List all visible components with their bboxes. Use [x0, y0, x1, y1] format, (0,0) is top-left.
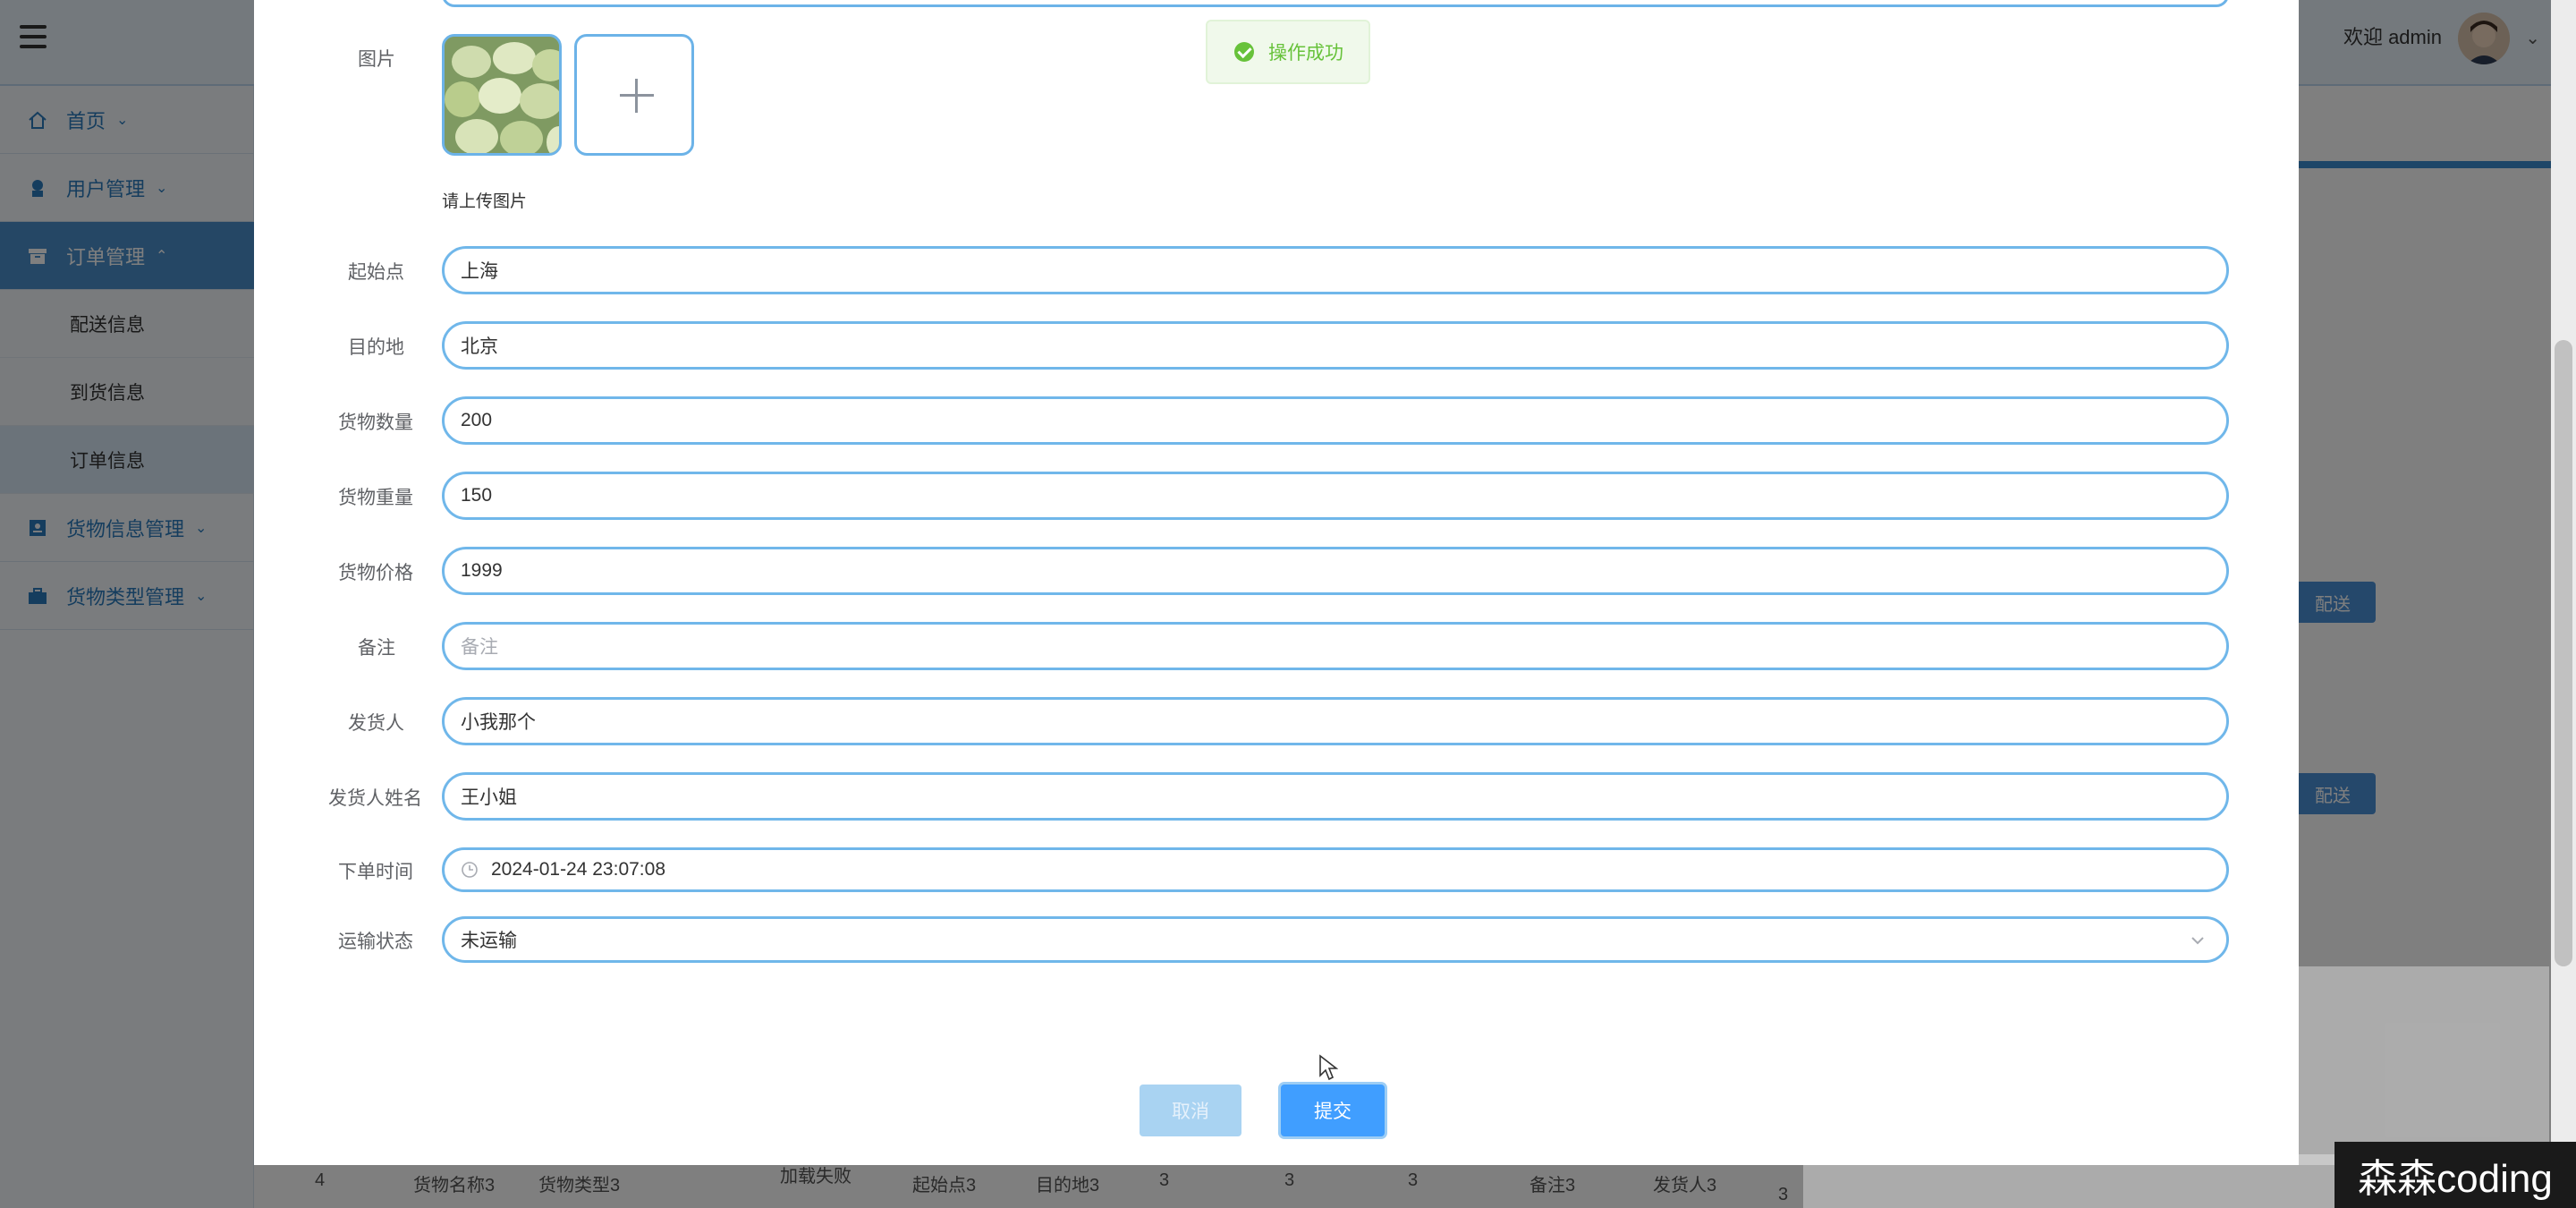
uploaded-image-thumbnail[interactable]: [442, 34, 562, 156]
success-toast: 操作成功: [1206, 20, 1370, 84]
origin-field[interactable]: 上海: [442, 246, 2229, 294]
form-label-shipper-name: 发货人姓名: [328, 788, 422, 809]
field-value: 上海: [461, 261, 498, 282]
form-label-weight: 货物重量: [338, 488, 413, 508]
shipper-field[interactable]: 小我那个: [442, 697, 2229, 745]
success-check-icon: [1234, 42, 1254, 62]
clock-icon: [462, 862, 478, 878]
chevron-down-icon: [2191, 937, 2204, 945]
form-label-transport-status: 运输状态: [338, 932, 413, 952]
cancel-button[interactable]: 取消: [1140, 1085, 1241, 1136]
scrollbar-thumb[interactable]: [2555, 340, 2572, 966]
field-value: 北京: [461, 336, 498, 357]
field-placeholder: 备注: [461, 637, 498, 658]
submit-button[interactable]: 提交: [1281, 1085, 1385, 1136]
weight-field[interactable]: 150: [442, 472, 2229, 520]
form-label-origin: 起始点: [348, 262, 404, 283]
field-value: 小我那个: [461, 712, 536, 733]
blur-overlay: [1803, 1154, 2340, 1208]
price-field[interactable]: 1999: [442, 547, 2229, 595]
upload-button[interactable]: [574, 34, 694, 156]
form-label-price: 货物价格: [338, 563, 413, 583]
remark-field[interactable]: 备注: [442, 622, 2229, 670]
toast-text: 操作成功: [1268, 43, 1343, 64]
field-value: 1999: [461, 560, 503, 581]
form-label-order-time: 下单时间: [338, 862, 413, 882]
transport-status-select[interactable]: 未运输: [442, 916, 2229, 963]
form-label-image: 图片: [358, 49, 395, 70]
field-value: 200: [461, 410, 493, 430]
watermark: 森森coding: [2334, 1142, 2576, 1208]
destination-field[interactable]: 北京: [442, 321, 2229, 370]
quantity-field[interactable]: 200: [442, 396, 2229, 445]
form-label-remark: 备注: [358, 638, 395, 659]
field-value: 2024-01-24 23:07:08: [491, 859, 665, 880]
upload-hint: 请上传图片: [442, 192, 528, 211]
field-value: 150: [461, 485, 493, 506]
order-time-picker[interactable]: 2024-01-24 23:07:08: [442, 847, 2229, 892]
form-label-destination: 目的地: [348, 337, 404, 358]
field-value: 王小姐: [461, 787, 517, 808]
blur-overlay: [2299, 966, 2549, 1165]
field-partial[interactable]: [442, 0, 2229, 7]
form-label-shipper: 发货人: [348, 713, 404, 734]
form-label-quantity: 货物数量: [338, 413, 413, 433]
field-value: 未运输: [461, 931, 517, 951]
shipper-name-field[interactable]: 王小姐: [442, 772, 2229, 821]
mouse-cursor-icon: [1319, 1054, 1338, 1081]
